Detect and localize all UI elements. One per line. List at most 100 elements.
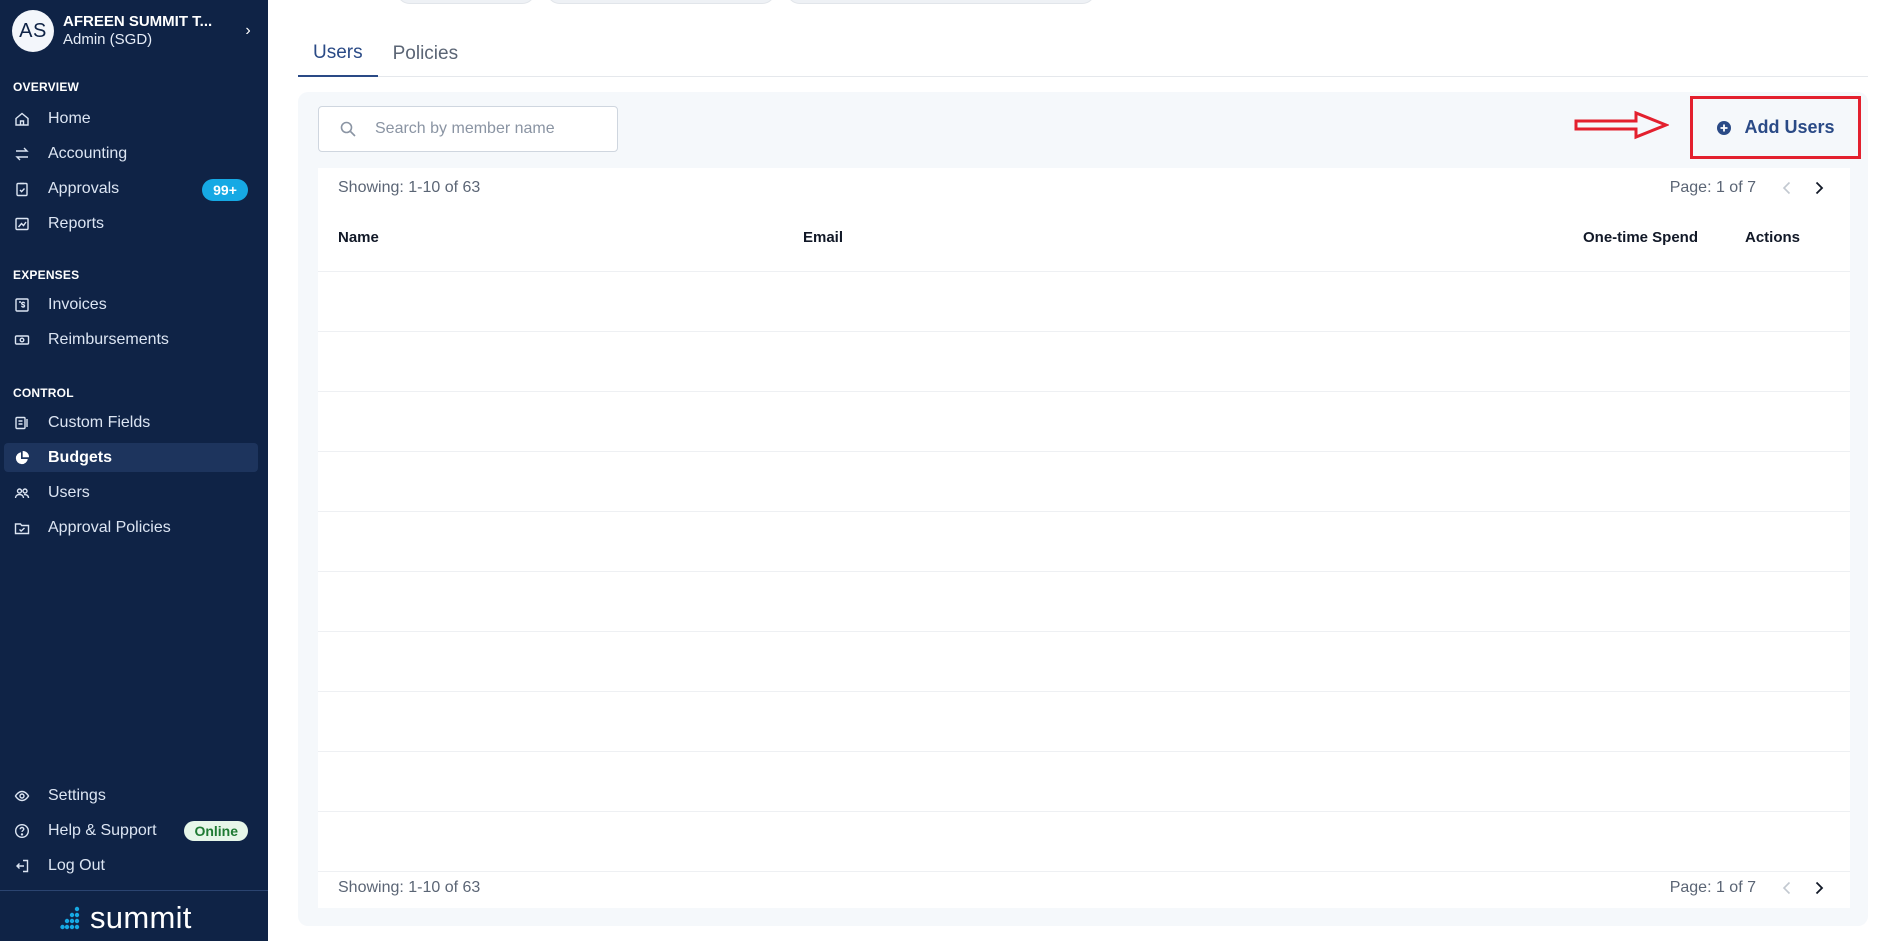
home-icon [13, 110, 31, 128]
fields-icon [13, 414, 31, 432]
policy-check-icon [13, 519, 31, 537]
showing-count: Showing: 1-10 of 63 [338, 879, 481, 896]
help-circle-icon [13, 822, 31, 840]
sidebar-item-logout[interactable]: Log Out [4, 851, 258, 880]
add-users-label: Add Users [1744, 117, 1835, 137]
chevron-left-icon [1782, 181, 1791, 195]
section-expenses: EXPENSES [13, 268, 80, 282]
table-row [318, 571, 1850, 572]
avatar: AS [12, 10, 54, 52]
account-switcher[interactable]: AS AFREEN SUMMIT T... Admin (SGD) › [12, 10, 256, 52]
column-header-actions[interactable]: Actions [1745, 229, 1800, 246]
summit-logo-icon [60, 906, 80, 930]
sidebar-item-label: Reports [48, 214, 105, 232]
invoice-dollar-icon [13, 296, 31, 314]
sidebar-item-custom-fields[interactable]: Custom Fields [4, 408, 258, 437]
sidebar-item-label: Custom Fields [48, 413, 151, 431]
online-status-badge: Online [184, 821, 248, 841]
sidebar-item-label: Home [48, 109, 91, 127]
sidebar-item-reports[interactable]: Reports [4, 209, 258, 238]
sidebar-divider [0, 890, 268, 891]
section-overview: OVERVIEW [13, 80, 80, 94]
column-header-one-time-spend[interactable]: One-time Spend [1583, 229, 1698, 246]
sidebar-item-label: Budgets [48, 448, 112, 466]
tab-users[interactable]: Users [298, 30, 378, 77]
sidebar-item-label: Users [48, 483, 90, 501]
sidebar-item-label: Log Out [48, 856, 105, 874]
table-top-bar: Showing: 1-10 of 63 Page: 1 of 7 [318, 168, 1850, 208]
filter-chips [396, 0, 1096, 4]
table-row [318, 751, 1850, 752]
add-users-button[interactable]: Add Users [1690, 96, 1861, 159]
tab-bar: Users Policies [298, 30, 1868, 77]
sidebar-item-settings[interactable]: Settings [4, 781, 258, 810]
eye-settings-icon [13, 787, 31, 805]
next-page-button[interactable] [1808, 877, 1830, 899]
table-row [318, 511, 1850, 512]
prev-page-button[interactable] [1776, 177, 1798, 199]
column-header-email[interactable]: Email [803, 229, 843, 246]
search-icon [340, 121, 356, 137]
chevron-right-icon [1815, 181, 1824, 195]
chevron-right-icon: › [245, 22, 251, 39]
sidebar-item-label: Approval Policies [48, 518, 171, 536]
add-circle-icon [1717, 120, 1732, 135]
filter-chip[interactable] [396, 0, 536, 4]
table-row [318, 811, 1850, 812]
tab-policies[interactable]: Policies [378, 30, 473, 77]
brand-logo: summit [60, 900, 192, 936]
page-indicator: Page: 1 of 7 [1669, 879, 1756, 896]
chevron-left-icon [1782, 881, 1791, 895]
sidebar-item-users[interactable]: Users [4, 478, 258, 507]
sidebar-item-budgets[interactable]: Budgets [4, 443, 258, 472]
sidebar-item-label: Approvals [48, 179, 120, 197]
filter-chip[interactable] [786, 0, 1096, 4]
sidebar: AS AFREEN SUMMIT T... Admin (SGD) › OVER… [0, 0, 268, 941]
search-input[interactable] [375, 120, 605, 138]
clipboard-check-icon [13, 180, 31, 198]
account-role: Admin (SGD) [63, 31, 153, 48]
pie-chart-icon [13, 449, 31, 467]
transfer-arrows-icon [13, 145, 31, 163]
sidebar-item-label: Invoices [48, 295, 107, 313]
filter-chip[interactable] [546, 0, 776, 4]
table-row [318, 691, 1850, 692]
sidebar-item-home[interactable]: Home [4, 104, 258, 133]
sidebar-item-accounting[interactable]: Accounting [4, 139, 258, 168]
users-panel: Add Users Showing: 1-10 of 63 Page: 1 of… [298, 92, 1868, 926]
table-header: Name Email One-time Spend Actions [318, 218, 1850, 258]
sidebar-item-label: Settings [48, 786, 106, 804]
banknote-icon [13, 331, 31, 349]
next-page-button[interactable] [1808, 177, 1830, 199]
users-icon [13, 484, 31, 502]
table-row [318, 331, 1850, 332]
table-row [318, 631, 1850, 632]
logout-icon [13, 857, 31, 875]
column-header-name[interactable]: Name [338, 229, 379, 246]
brand-name: summit [90, 900, 192, 935]
sidebar-item-invoices[interactable]: Invoices [4, 290, 258, 319]
table-row [318, 451, 1850, 452]
sidebar-item-reimbursements[interactable]: Reimbursements [4, 325, 258, 354]
approvals-count-badge: 99+ [202, 179, 248, 201]
pagination-bottom: Page: 1 of 7 [1670, 877, 1830, 899]
users-table: Showing: 1-10 of 63 Page: 1 of 7 Name Em… [318, 168, 1850, 908]
table-row [318, 391, 1850, 392]
page-indicator: Page: 1 of 7 [1669, 179, 1756, 196]
annotation-arrow-icon [1574, 110, 1669, 140]
table-bottom-bar: Showing: 1-10 of 63 Page: 1 of 7 [318, 868, 1850, 908]
sidebar-item-label: Help & Support [48, 821, 157, 839]
sidebar-item-label: Accounting [48, 144, 128, 162]
line-chart-icon [13, 215, 31, 233]
account-name: AFREEN SUMMIT T... [63, 13, 213, 30]
showing-count: Showing: 1-10 of 63 [338, 179, 481, 196]
prev-page-button[interactable] [1776, 877, 1798, 899]
pagination-top: Page: 1 of 7 [1670, 177, 1830, 199]
section-control: CONTROL [13, 386, 74, 400]
sidebar-item-approvals[interactable]: Approvals 99+ [4, 174, 258, 203]
sidebar-item-help-support[interactable]: Help & Support Online [4, 816, 258, 845]
sidebar-item-approval-policies[interactable]: Approval Policies [4, 513, 258, 542]
search-box[interactable] [318, 106, 618, 152]
table-row [318, 271, 1850, 272]
sidebar-item-label: Reimbursements [48, 330, 169, 348]
